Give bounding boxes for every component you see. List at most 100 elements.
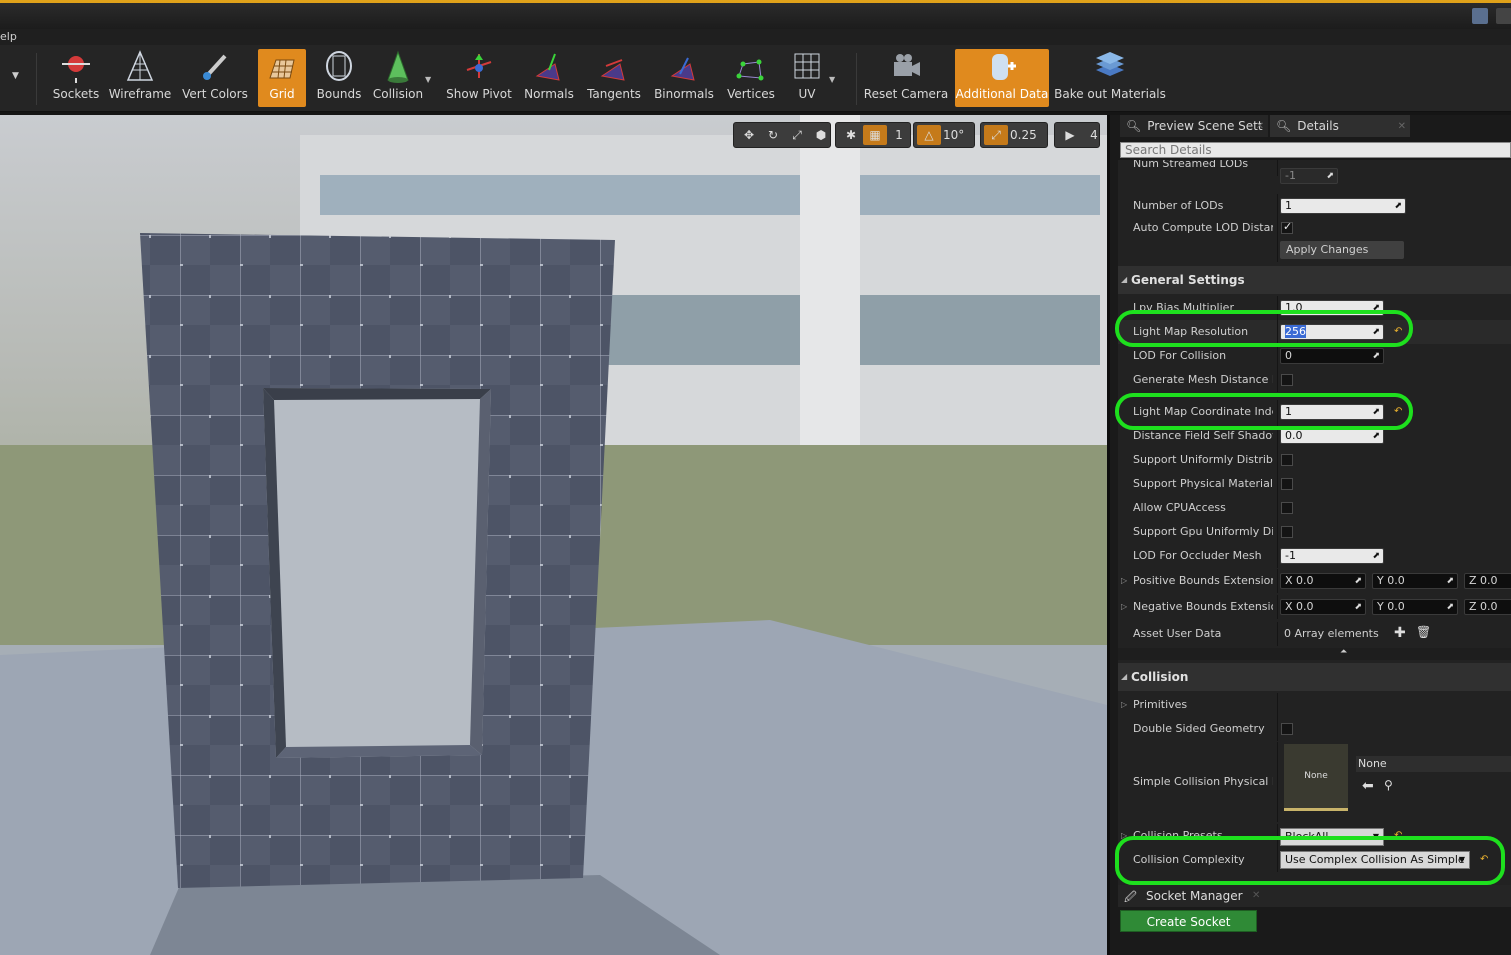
scale-snap-icon[interactable]: ⤢ (984, 125, 1008, 145)
collision-dropdown-icon[interactable]: ▼ (425, 75, 431, 84)
positive-bounds-y[interactable]: Y 0.0 ⬈ (1372, 573, 1458, 589)
distance-field-shadow-field[interactable]: 0.0 ⬈ (1280, 428, 1384, 444)
camera-speed-icon[interactable]: ▶ (1058, 125, 1082, 145)
positive-bounds-z[interactable]: Z 0.0 (1464, 573, 1511, 589)
double-sided-checkbox[interactable] (1281, 723, 1293, 735)
row-primitives: ▷ Primitives (1118, 693, 1511, 717)
socket-manager-tab[interactable]: 🖉︎ Socket Manager ✕ (1118, 885, 1511, 907)
sockets-label: Sockets (52, 87, 100, 101)
grid-button[interactable]: Grid (258, 49, 306, 107)
binormals-button[interactable]: Binormals (652, 49, 716, 107)
physical-material-picker[interactable]: None (1356, 756, 1511, 772)
tab-details[interactable]: 🔍︎ Details ✕ (1270, 115, 1410, 137)
show-pivot-button[interactable]: Show Pivot (446, 49, 512, 107)
scale-snap-value[interactable]: 0.25 (1008, 125, 1039, 145)
grid-snap-icon[interactable]: ▦ (863, 125, 887, 145)
support-physical-checkbox[interactable] (1281, 478, 1293, 490)
negative-bounds-y[interactable]: Y 0.0 ⬈ (1372, 599, 1458, 615)
negative-bounds-x[interactable]: X 0.0 ⬈ (1280, 599, 1366, 615)
lpv-bias-field[interactable]: 1.0 ⬈ (1280, 300, 1384, 316)
bake-out-materials-button[interactable]: Bake out Materials (1054, 49, 1166, 107)
rotation-snap-icon[interactable]: △ (917, 125, 941, 145)
light-map-resolution-field[interactable]: 256 ⬈ (1280, 324, 1384, 340)
uv-button[interactable]: UV (786, 49, 828, 107)
collision-button[interactable]: Collision (372, 49, 424, 107)
tangents-label: Tangents (587, 87, 641, 101)
vert-colors-label: Vert Colors (182, 87, 248, 101)
expand-arrow-icon[interactable]: ▷ (1121, 693, 1127, 717)
layers-icon (1096, 52, 1124, 76)
generate-mesh-distance-checkbox[interactable] (1281, 374, 1293, 386)
row-positive-bounds: ▷ Positive Bounds Extension X 0.0 ⬈ Y 0.0… (1118, 569, 1511, 593)
reset-camera-button[interactable]: Reset Camera (864, 49, 948, 107)
trash-icon[interactable]: 🗑︎ (1416, 625, 1431, 639)
collision-header[interactable]: ◢ Collision (1118, 663, 1511, 691)
collision-presets-select[interactable]: BlockAll ▼ (1280, 828, 1384, 846)
row-simple-collision-physical-material: Simple Collision Physical Ma None None ⬅… (1118, 742, 1511, 822)
positive-bounds-x[interactable]: X 0.0 ⬈ (1280, 573, 1366, 589)
tangents-button[interactable]: Tangents (586, 49, 642, 107)
material-thumbnail[interactable]: None (1284, 744, 1348, 811)
bounds-button[interactable]: Bounds (314, 49, 364, 107)
expand-arrow-icon[interactable]: ▷ (1121, 569, 1127, 593)
surface-snap-icon[interactable]: ✱ (839, 125, 863, 145)
row-asset-user-data: Asset User Data 0 Array elements ✚ 🗑︎ (1118, 622, 1511, 646)
support-gpu-checkbox[interactable] (1281, 526, 1293, 538)
tutorial-icon[interactable] (1472, 8, 1488, 24)
number-of-lods-field[interactable]: 1 ⬈ (1280, 198, 1406, 214)
use-selected-icon[interactable]: ⬅ (1362, 778, 1374, 794)
toolbar-overflow-icon[interactable]: ▼ (12, 71, 19, 81)
apply-changes-button[interactable]: Apply Changes (1280, 241, 1404, 259)
vert-colors-button[interactable]: Vert Colors (180, 49, 250, 107)
lod-for-collision-field[interactable]: 0 ⬈ (1280, 348, 1384, 364)
create-socket-button[interactable]: Create Socket (1120, 910, 1257, 932)
grid-size-value[interactable]: 1 (887, 125, 911, 145)
toolbar-separator (856, 53, 857, 105)
vert-colors-icon (203, 54, 227, 80)
reset-to-default-icon[interactable]: ↶ (1480, 855, 1490, 865)
negative-bounds-label: Negative Bounds Extension (1133, 600, 1273, 613)
row-light-map-coordinate-index: Light Map Coordinate Index 1 ⬈ ↶ (1118, 400, 1511, 424)
rotate-icon[interactable]: ↻ (761, 125, 785, 145)
search-details-input[interactable]: Search Details (1120, 142, 1511, 158)
grid-icon (269, 59, 295, 79)
vertices-button[interactable]: Vertices (724, 49, 778, 107)
add-element-icon[interactable]: ✚ (1394, 625, 1406, 641)
lod-occluder-field[interactable]: -1 ⬈ (1280, 548, 1384, 564)
allow-cpu-checkbox[interactable] (1281, 502, 1293, 514)
reset-to-default-icon[interactable]: ↶ (1394, 407, 1404, 417)
menu-help[interactable]: elp (0, 30, 17, 43)
tab-preview-scene-settings[interactable]: 🔍︎ Preview Scene Sett ✕ (1120, 115, 1268, 137)
general-settings-header[interactable]: ◢ General Settings (1118, 266, 1511, 294)
reset-to-default-icon[interactable]: ↶ (1394, 831, 1404, 841)
normals-icon (535, 53, 560, 81)
support-uniformly-checkbox[interactable] (1281, 454, 1293, 466)
translate-icon[interactable]: ✥ (737, 125, 761, 145)
world-local-icon[interactable]: ⬢ (809, 125, 833, 145)
expand-arrow-icon[interactable]: ▷ (1121, 595, 1127, 619)
light-map-coordinate-field[interactable]: 1 ⬈ (1280, 404, 1384, 420)
expand-arrow-icon[interactable]: ▷ (1121, 824, 1127, 848)
reset-to-default-icon[interactable]: ↶ (1394, 327, 1404, 337)
sockets-button[interactable]: Sockets (52, 49, 100, 107)
viewport[interactable]: ✥ ↻ ⤢ ⬢ ✱ ▦ 1 △ 10° ⤢ 0.25 ▶ 4 (0, 115, 1107, 955)
negative-bounds-z[interactable]: Z 0.0 (1464, 599, 1511, 615)
close-icon[interactable]: ✕ (1252, 890, 1260, 901)
auto-compute-lod-checkbox[interactable] (1281, 220, 1293, 234)
rotation-snap-value[interactable]: 10° (941, 125, 966, 145)
collision-complexity-select[interactable]: Use Complex Collision As Simple ▼ (1280, 851, 1470, 869)
general-settings-title: General Settings (1131, 273, 1245, 287)
num-streamed-lods-field[interactable]: -1 ⬈ (1280, 168, 1338, 184)
close-icon[interactable]: ✕ (1256, 121, 1264, 132)
window-icon[interactable] (1496, 8, 1511, 24)
wireframe-button[interactable]: Wireframe (108, 49, 172, 107)
camera-speed-value[interactable]: 4 (1082, 125, 1106, 145)
normals-button[interactable]: Normals (522, 49, 576, 107)
browse-icon[interactable]: ⚲ (1384, 778, 1393, 792)
sockets-icon (62, 56, 90, 83)
close-icon[interactable]: ✕ (1398, 121, 1406, 132)
uv-dropdown-icon[interactable]: ▼ (829, 75, 835, 84)
scale-icon[interactable]: ⤢ (785, 125, 809, 145)
collapse-advanced-bar[interactable]: ⏶ (1118, 647, 1511, 660)
additional-data-button[interactable]: Additional Data (955, 49, 1049, 107)
